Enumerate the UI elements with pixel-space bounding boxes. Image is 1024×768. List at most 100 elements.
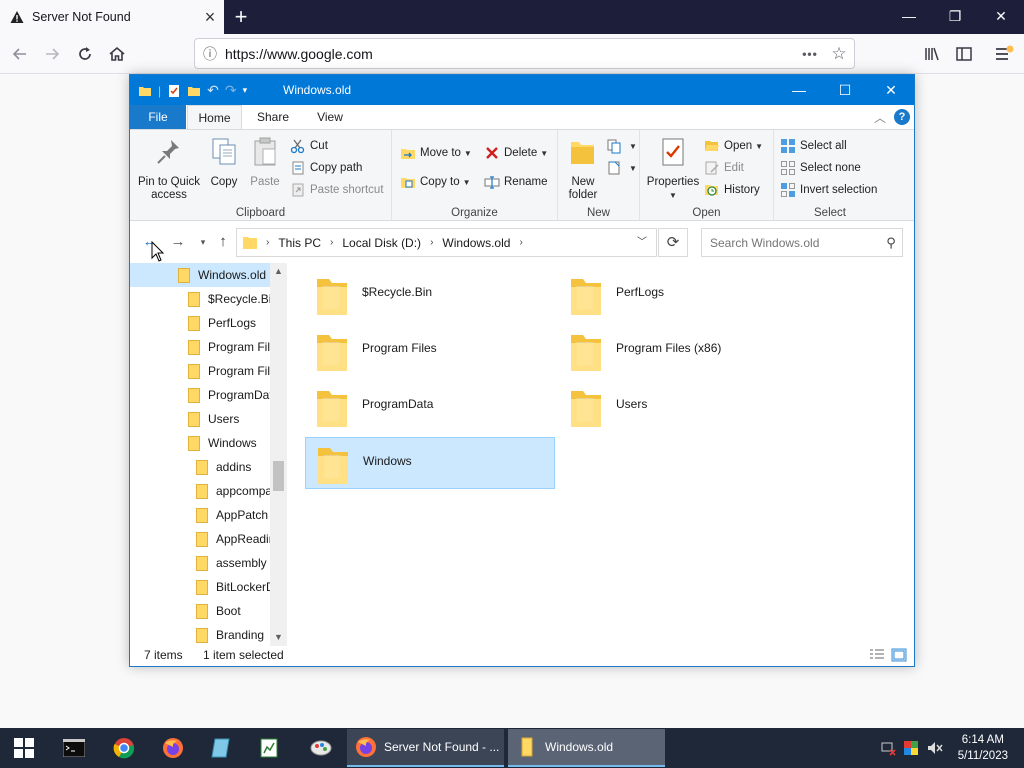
copy-path-button[interactable]: Copy path — [290, 158, 362, 178]
address-bar[interactable]: › This PC › Local Disk (D:) › Windows.ol… — [236, 228, 657, 257]
select-none-button[interactable]: Select none — [780, 158, 861, 178]
reload-button[interactable] — [71, 40, 99, 68]
folder-tile[interactable]: $Recycle.Bin — [305, 269, 555, 321]
browser-minimize-button[interactable]: — — [886, 0, 932, 32]
browser-tab[interactable]: Server Not Found × — [0, 0, 224, 34]
breadcrumb-this-pc[interactable]: This PC — [278, 236, 321, 250]
invert-selection-button[interactable]: Invert selection — [780, 180, 877, 200]
url-bar[interactable]: ⓘ https://www.google.com ••• ☆ — [194, 38, 855, 69]
nav-tree-item[interactable]: assembly — [130, 551, 270, 575]
up-arrow-icon[interactable]: ↑ — [213, 232, 233, 252]
search-box[interactable]: ⚲ — [701, 228, 903, 257]
folder-tile[interactable]: PerfLogs — [559, 269, 809, 321]
new-item-button[interactable]: ▼ — [606, 136, 637, 156]
nav-tree-item[interactable]: Program Fil — [130, 335, 270, 359]
qat-dropdown-icon[interactable]: ▾ — [243, 85, 248, 96]
tab-file[interactable]: File — [130, 105, 186, 129]
chevron-down-icon[interactable]: ﹀ — [628, 229, 656, 256]
delete-button[interactable]: Delete ▼ — [484, 143, 548, 163]
search-input[interactable] — [710, 235, 880, 250]
taskbar-app-firefox-window[interactable]: Server Not Found - ... — [347, 729, 504, 767]
close-tab-icon[interactable]: × — [196, 7, 224, 28]
details-view-icon[interactable] — [869, 648, 885, 662]
network-error-icon[interactable] — [880, 740, 896, 756]
chevron-up-icon[interactable]: ︿ — [874, 109, 886, 126]
new-folder-icon[interactable] — [187, 84, 201, 98]
home-button[interactable] — [103, 40, 131, 68]
taskbar-firefox[interactable] — [155, 734, 191, 762]
taskbar-cmd[interactable] — [56, 734, 92, 762]
tab-home[interactable]: Home — [187, 105, 242, 129]
cut-button[interactable]: Cut — [290, 136, 328, 156]
sidebar-button[interactable] — [950, 40, 978, 68]
explorer-close-button[interactable]: ✕ — [868, 75, 914, 105]
explorer-maximize-button[interactable]: ☐ — [822, 75, 868, 105]
copy-to-button[interactable]: Copy to ▼ — [400, 172, 471, 192]
paste-button[interactable]: Paste — [246, 136, 284, 189]
nav-tree-item[interactable]: appcompa — [130, 479, 272, 503]
nav-tree-item[interactable]: BitLockerD — [130, 575, 275, 599]
taskbar-app-4[interactable] — [203, 734, 239, 762]
tab-view[interactable]: View — [302, 105, 358, 129]
breadcrumb-separator-icon[interactable]: › — [266, 237, 269, 248]
scroll-up-icon[interactable]: ▲ — [270, 263, 287, 280]
folder-tile[interactable]: Users — [559, 381, 809, 433]
taskbar-app-5[interactable] — [251, 734, 287, 762]
clock[interactable]: 6:14 AM 5/11/2023 — [958, 732, 1008, 764]
new-folder-button[interactable]: New folder — [562, 136, 604, 202]
nav-tree-item[interactable]: Boot — [130, 599, 270, 623]
taskbar-app-6[interactable] — [303, 734, 339, 762]
tab-share[interactable]: Share — [244, 105, 302, 129]
new-tab-button[interactable]: + — [228, 4, 254, 30]
color-app-icon[interactable] — [903, 740, 919, 756]
nav-tree-item[interactable]: AppPatch — [130, 503, 270, 527]
select-all-button[interactable]: Select all — [780, 136, 847, 156]
nav-tree-item[interactable]: $Recycle.Bin — [130, 287, 278, 311]
breadcrumb-separator-icon[interactable]: › — [430, 237, 433, 248]
menu-button[interactable] — [990, 40, 1018, 68]
browser-restore-button[interactable]: ❐ — [932, 0, 978, 32]
move-to-button[interactable]: Move to ▼ — [400, 143, 472, 163]
browser-close-button[interactable]: ✕ — [978, 0, 1024, 32]
nav-tree-item[interactable]: ProgramDat — [130, 383, 273, 407]
folder-tile[interactable]: Windows — [305, 437, 555, 489]
breadcrumb-windows-old[interactable]: Windows.old — [442, 236, 510, 250]
help-icon[interactable]: ? — [894, 109, 910, 125]
properties-button[interactable]: Properties ▼ — [644, 136, 702, 202]
folder-tile[interactable]: Program Files (x86) — [559, 325, 809, 377]
nav-tree-item[interactable]: PerfLogs — [130, 311, 270, 335]
open-button[interactable]: Open ▼ — [704, 136, 763, 156]
taskbar-app-explorer-window[interactable]: Windows.old — [508, 729, 665, 767]
pin-to-quick-access-button[interactable]: Pin to Quick access — [136, 136, 202, 202]
start-button[interactable] — [0, 728, 48, 768]
edit-button[interactable]: Edit — [704, 158, 744, 178]
scroll-down-icon[interactable]: ▼ — [270, 629, 287, 646]
breadcrumb-separator-icon[interactable]: › — [519, 237, 522, 248]
folder-tile[interactable]: ProgramData — [305, 381, 555, 433]
breadcrumb-local-disk[interactable]: Local Disk (D:) — [342, 236, 421, 250]
breadcrumb-separator-icon[interactable]: › — [330, 237, 333, 248]
redo-icon[interactable]: ↷ — [225, 82, 237, 99]
page-actions-icon[interactable]: ••• — [796, 47, 824, 61]
nav-tree-item[interactable]: Branding — [130, 623, 270, 646]
scrollbar-thumb[interactable] — [273, 461, 284, 491]
nav-tree-item[interactable]: addins — [130, 455, 270, 479]
volume-muted-icon[interactable] — [926, 740, 944, 756]
nav-tree-item[interactable]: Users — [130, 407, 270, 431]
easy-access-button[interactable]: ▼ — [606, 158, 637, 178]
copy-button[interactable]: Copy — [206, 136, 242, 189]
rename-button[interactable]: Rename — [484, 172, 547, 192]
taskbar-chrome[interactable] — [106, 734, 142, 762]
forward-button[interactable] — [38, 40, 66, 68]
bookmark-star-icon[interactable]: ☆ — [824, 44, 854, 64]
library-button[interactable] — [918, 40, 946, 68]
nav-tree-item[interactable]: Program Fil — [130, 359, 270, 383]
back-button[interactable] — [6, 40, 34, 68]
nav-tree-item[interactable]: Windows — [130, 431, 270, 455]
forward-arrow-icon[interactable]: → — [168, 232, 188, 252]
nav-pane-scrollbar[interactable]: ▲ ▼ — [270, 263, 287, 646]
nav-tree-item[interactable]: Windows.old — [130, 263, 270, 287]
explorer-minimize-button[interactable]: — — [776, 75, 822, 105]
undo-icon[interactable]: ↶ — [207, 82, 219, 99]
folder-tile[interactable]: Program Files — [305, 325, 555, 377]
